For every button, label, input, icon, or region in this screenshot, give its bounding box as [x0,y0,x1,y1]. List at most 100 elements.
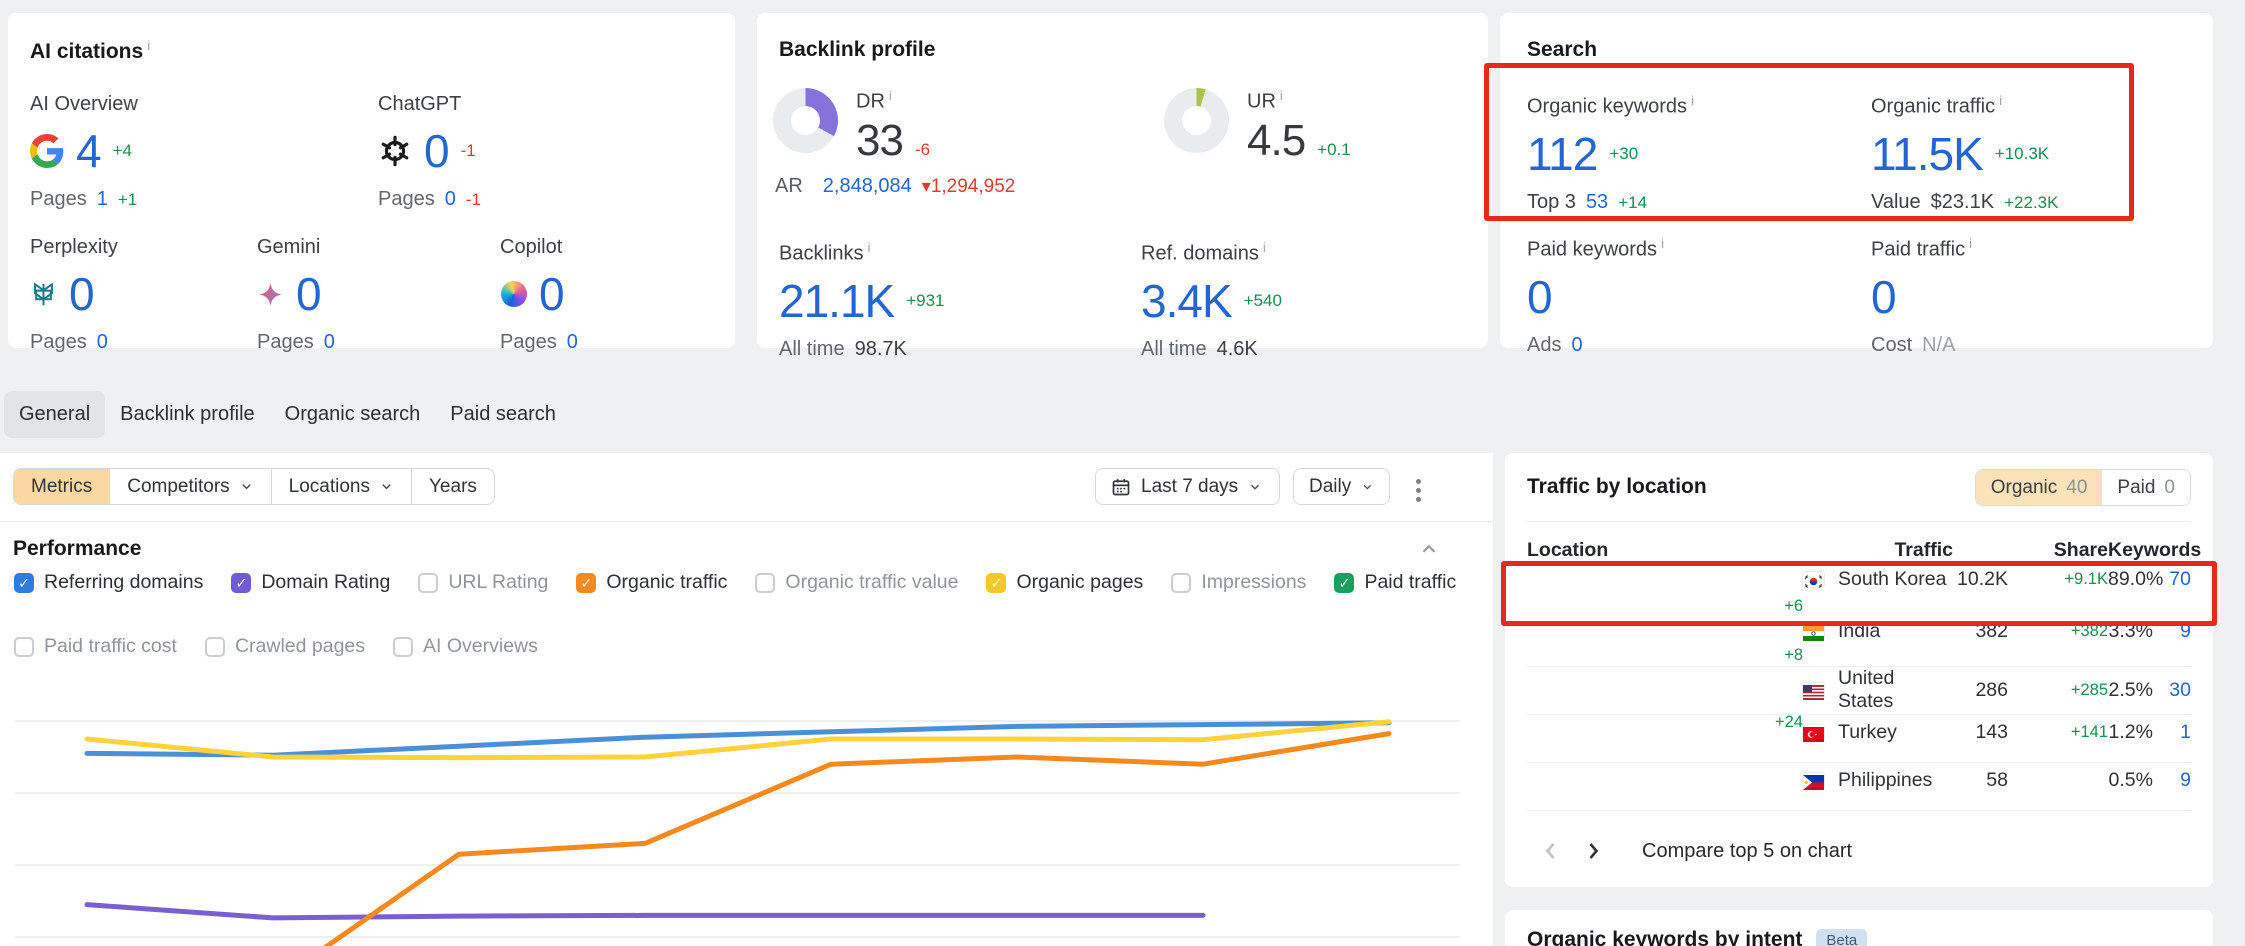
checkbox-organic-traffic-value[interactable]: Organic traffic value [755,571,958,594]
intent-panel-title: Organic keywords by intent [1527,928,1802,946]
philippines-flag-icon [1803,773,1824,788]
more-options-menu-icon[interactable] [1410,473,1427,508]
checkbox-box [1171,573,1191,593]
checkbox-box: ✓ [14,573,34,593]
divider [1527,521,2191,522]
years-filter-button[interactable]: Years [412,469,494,504]
checkbox-box [393,637,413,657]
checkbox-box [205,637,225,657]
locations-filter-button[interactable]: Locations [272,469,412,504]
tab-general[interactable]: General [4,391,105,438]
checkbox-box: ✓ [231,573,251,593]
checkbox-paid-traffic[interactable]: ✓Paid traffic [1334,571,1456,594]
table-row-india[interactable]: India 382 +382 3.3% 9 +8 [1527,619,2191,667]
tab-paid-search[interactable]: Paid search [435,391,571,438]
performance-line-chart[interactable] [0,665,1493,946]
checkbox-domain-rating[interactable]: ✓Domain Rating [231,571,390,594]
organic-paid-toggle: Organic40 Paid0 [1975,469,2191,506]
checkbox-organic-pages[interactable]: ✓Organic pages [986,571,1143,594]
competitors-filter-button[interactable]: Competitors [110,469,271,504]
chatgpt-icon [378,134,412,168]
url-rating-block: URi 4.5+0.1 [1164,88,1351,166]
table-row-philippines[interactable]: Philippines 58 0.5% 9 [1527,763,2191,811]
keywords-link[interactable]: 9 [2153,769,2191,792]
tab-backlink-profile[interactable]: Backlink profile [105,391,270,438]
dr-label: DRi [856,88,930,114]
table-row-united-states[interactable]: United States 286 +285 2.5% 30 +24 [1527,667,2191,715]
granularity-button[interactable]: Daily [1293,468,1390,505]
checkbox-organic-traffic[interactable]: ✓Organic traffic [576,571,727,594]
chevron-down-icon [239,479,254,494]
gemini-icon [257,281,284,308]
metric-checkbox-row-1: ✓Referring domains ✓Domain Rating URL Ra… [14,571,1456,594]
checkbox-box [755,573,775,593]
gemini-metric: Gemini 0 Pages0 [257,236,335,354]
ai-citations-card: AI citationsi AI Overview 4 +4 Pages1+1 … [8,13,735,348]
pages-value[interactable]: 0 [97,331,108,354]
ar-value[interactable]: 2,848,084 [823,175,912,198]
annotation-box-south-korea-row [1501,561,2217,626]
checkbox-referring-domains[interactable]: ✓Referring domains [14,571,203,594]
perplexity-metric: Perplexity 0 Pages0 [30,236,118,354]
ur-value: 4.5 [1247,116,1305,166]
checkbox-box [14,637,34,657]
paid-keywords-value[interactable]: 0 [1527,270,1552,324]
chatgpt-metric: ChatGPT 0 -1 Pages0-1 [378,93,481,211]
checkbox-ai-overviews[interactable]: AI Overviews [393,635,538,658]
checkbox-crawled-pages[interactable]: Crawled pages [205,635,365,658]
metrics-filter-button[interactable]: Metrics [14,469,110,504]
domain-rating-block: DRi 33-6 [773,88,930,166]
info-icon[interactable]: i [867,240,870,255]
compare-top5-link[interactable]: Compare top 5 on chart [1642,840,1852,863]
backlinks-metric: Backlinksi 21.1K+931 All time98.7K [779,240,945,361]
keywords-link[interactable]: 30 [2153,679,2191,702]
chevron-down-icon [1361,480,1374,494]
ref-domains-metric: Ref. domainsi 3.4K+540 All time4.6K [1141,240,1282,361]
gemini-value: 0 [296,267,321,321]
perplexity-icon [30,281,57,308]
ai-overview-metric: AI Overview 4 +4 Pages1+1 [30,93,138,211]
pages-value[interactable]: 0 [324,331,335,354]
paid-traffic-value[interactable]: 0 [1871,270,1896,324]
collapse-chevron-icon[interactable] [1418,539,1440,566]
checkbox-url-rating[interactable]: URL Rating [418,571,548,594]
india-flag-icon [1803,624,1824,639]
ahrefs-rank-row: AR 2,848,084 ▾1,294,952 [775,175,1015,198]
checkbox-impressions[interactable]: Impressions [1171,571,1306,594]
prev-page-icon[interactable] [1540,838,1562,864]
chevron-down-icon [1248,480,1262,494]
info-icon[interactable]: i [1661,236,1664,251]
info-icon[interactable]: i [147,38,150,53]
pages-value[interactable]: 0 [445,188,456,211]
info-icon[interactable]: i [1280,88,1283,103]
checkbox-paid-traffic-cost[interactable]: Paid traffic cost [14,635,177,658]
tab-organic-search[interactable]: Organic search [270,391,436,438]
copilot-metric: Copilot 0 Pages0 [500,236,578,354]
paid-toggle-button[interactable]: Paid0 [2102,470,2190,505]
performance-panel: Metrics Competitors Locations Years Last… [0,453,1493,946]
checkbox-box: ✓ [986,573,1006,593]
info-icon[interactable]: i [1263,240,1266,255]
next-page-icon[interactable] [1582,838,1604,864]
pages-value[interactable]: 0 [567,331,578,354]
organic-toggle-button[interactable]: Organic40 [1976,470,2103,505]
ai-overview-value: 4 [76,124,101,178]
keywords-link[interactable]: 1 [2153,721,2191,744]
info-icon[interactable]: i [1969,236,1972,251]
performance-title: Performance [13,537,141,561]
pages-value[interactable]: 1 [97,188,108,211]
info-icon[interactable]: i [889,88,892,103]
ur-delta: +0.1 [1317,140,1351,160]
paid-traffic-metric: Paid traffici 0 CostN/A [1871,236,1972,357]
backlinks-value[interactable]: 21.1K [779,274,894,328]
dr-value: 33 [856,116,903,166]
ref-domains-value[interactable]: 3.4K [1141,274,1232,328]
ai-citations-title: AI citationsi [30,38,150,64]
chevron-down-icon [379,479,394,494]
beta-badge: Beta [1816,929,1867,946]
divider [0,521,1493,522]
copilot-value: 0 [539,267,564,321]
date-range-button[interactable]: Last 7 days [1095,468,1280,505]
location-pagination: Compare top 5 on chart [1540,831,1852,871]
calendar-icon [1111,477,1131,497]
